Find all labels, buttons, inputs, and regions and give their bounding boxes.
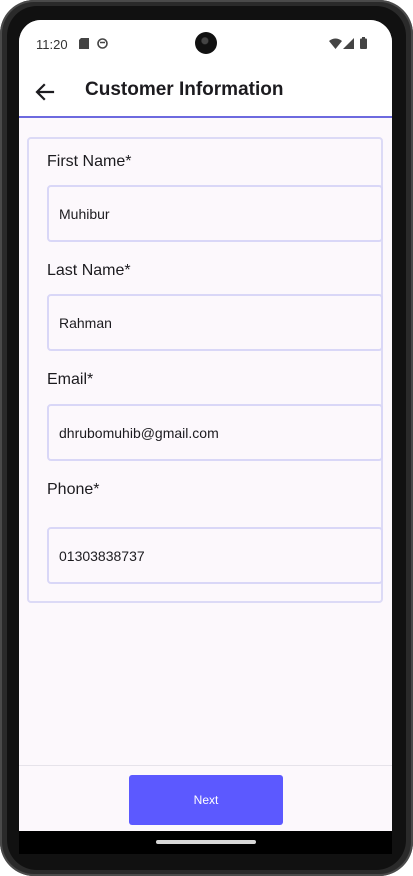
email-label: Email* — [47, 371, 94, 388]
email-field[interactable] — [47, 404, 383, 461]
first-name-field[interactable] — [47, 185, 383, 242]
phone-screen: 11:20 Customer Information First Name* M… — [19, 20, 392, 854]
signal-icon — [343, 38, 354, 49]
next-button[interactable]: Next — [129, 775, 283, 825]
sd-card-icon — [79, 38, 89, 49]
last-name-label: Last Name* — [47, 262, 131, 279]
phone-label: Phone* — [47, 481, 100, 498]
bottom-action-bar: Next — [19, 765, 392, 832]
wifi-icon — [329, 38, 342, 49]
first-name-input[interactable] — [59, 187, 369, 240]
front-camera — [195, 32, 217, 54]
home-indicator[interactable] — [156, 840, 256, 844]
phone-field[interactable] — [47, 527, 383, 584]
page-title: Customer Information — [85, 79, 284, 100]
status-bar: 11:20 — [19, 20, 392, 68]
status-time: 11:20 — [36, 37, 68, 52]
last-name-field[interactable] — [47, 294, 383, 351]
customer-form: First Name* Last Name* Email* Phone* — [27, 137, 383, 603]
last-name-input[interactable] — [59, 296, 369, 349]
arrow-left-icon[interactable] — [33, 80, 57, 104]
phone-input[interactable] — [59, 529, 369, 582]
email-input[interactable] — [59, 406, 369, 459]
system-nav-bar — [19, 831, 392, 854]
face-icon — [97, 38, 108, 49]
first-name-label: First Name* — [47, 153, 132, 170]
battery-icon — [360, 37, 367, 49]
app-bar: Customer Information — [19, 68, 392, 118]
